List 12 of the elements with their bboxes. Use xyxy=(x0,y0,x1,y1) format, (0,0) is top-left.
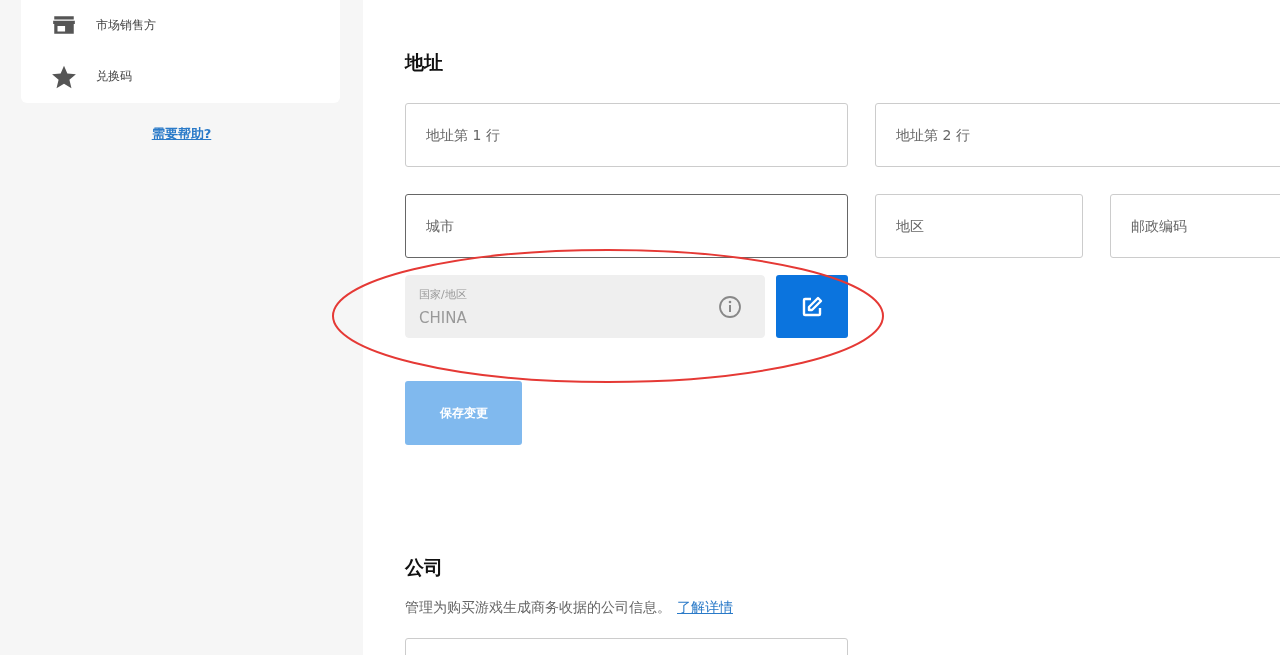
section-heading: 公司 xyxy=(405,555,444,580)
sidebar-item[interactable]: 市场销售方 xyxy=(21,0,340,50)
learn-more-link[interactable]: 了解详情 xyxy=(677,599,733,615)
sidebar-item[interactable]: 兑换码 xyxy=(21,50,340,103)
help-link[interactable]: 需要帮助? xyxy=(151,125,212,143)
section-heading: 地址 xyxy=(405,50,444,75)
edit-button[interactable] xyxy=(776,275,848,338)
field-value: CHINA xyxy=(419,308,467,327)
edit-icon xyxy=(800,294,824,319)
description-text: 管理为购买游戏生成商务收据的公司信息。 了解详情 xyxy=(405,599,734,617)
input-field[interactable]: 城市 xyxy=(405,194,848,258)
field-label: 国家/地区 xyxy=(419,286,467,302)
